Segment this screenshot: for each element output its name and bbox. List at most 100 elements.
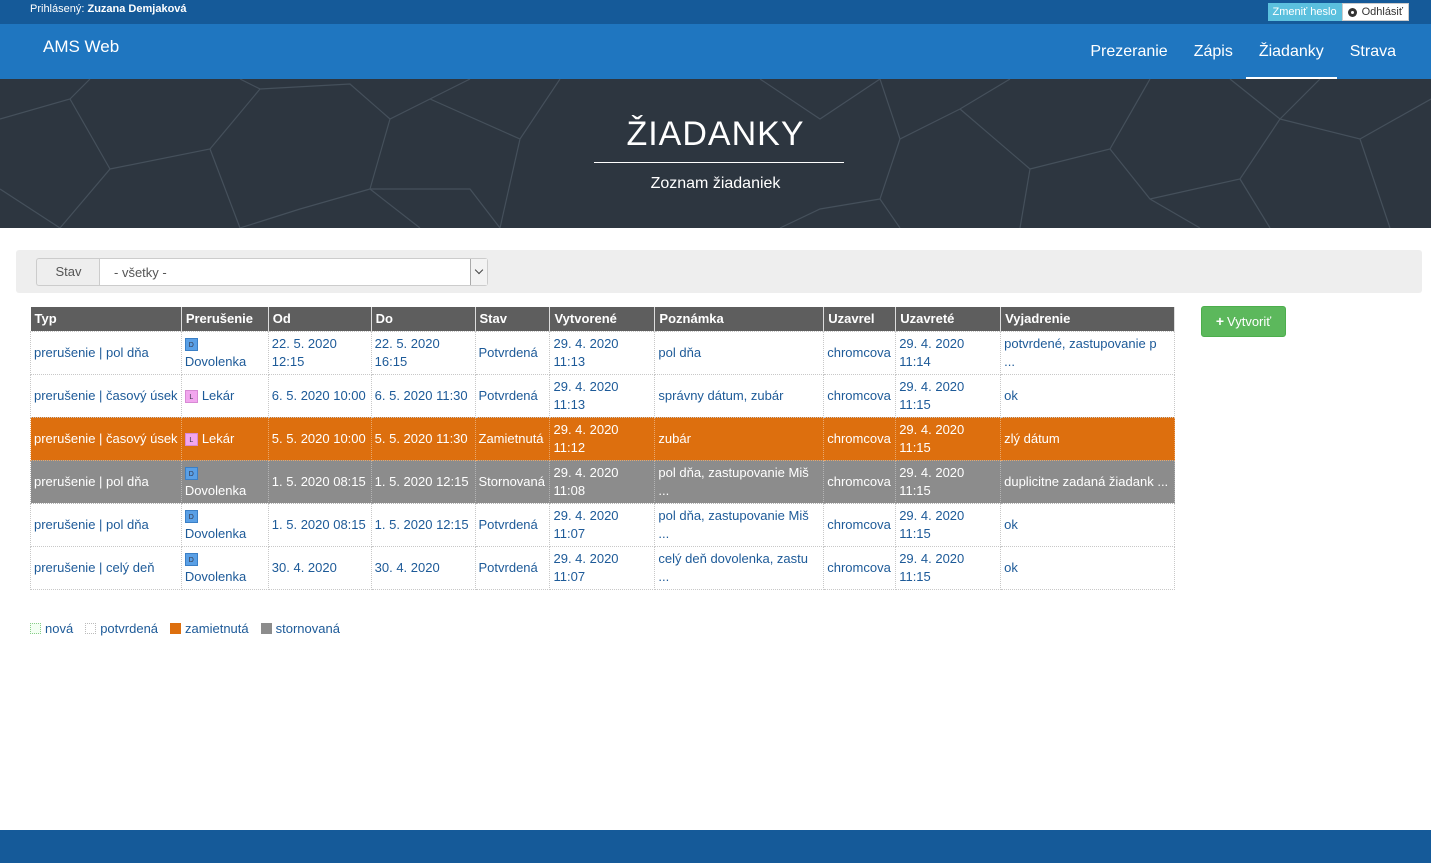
cell-do: 6. 5. 2020 11:30 [370, 373, 476, 418]
column-header-vyjadrenie[interactable]: Vyjadrenie [1000, 307, 1175, 331]
cell-vyjadrenie: duplicitne zadaná žiadank ... [1000, 459, 1175, 504]
filter-bar: Stav - všetky - [16, 250, 1422, 293]
cell-typ[interactable]: prerušenie | pol dňa [30, 459, 182, 504]
cell-typ[interactable]: prerušenie | celý deň [30, 545, 182, 590]
cell-od: 22. 5. 2020 12:15 [267, 330, 372, 375]
column-header-poznamka[interactable]: Poznámka [654, 307, 825, 331]
status-select[interactable]: - všetky - [99, 258, 488, 286]
cell-vytvorene: 29. 4. 2020 11:07 [549, 545, 656, 590]
cell-uzavrel: chromcova [823, 545, 897, 590]
dovolenka-icon: D [184, 552, 198, 566]
column-header-typ[interactable]: Typ [30, 307, 182, 331]
cell-prerusenie: D Dovolenka [180, 330, 269, 375]
logged-in-user: Prihlásený: Zuzana Demjaková [30, 3, 187, 15]
create-request-button[interactable]: + Vytvoriť [1201, 306, 1286, 337]
table-row[interactable]: prerušenie | pol dňa D Dovolenka 22. 5. 2… [30, 330, 1175, 375]
cell-poznamka: pol dňa [654, 330, 825, 375]
table-row[interactable]: prerušenie | časový úsek L Lekár 5. 5. 20… [30, 416, 1175, 461]
legend-item-potvrdena: potvrdená [85, 621, 158, 636]
column-header-od[interactable]: Od [268, 307, 372, 331]
cell-stav: Potvrdená [474, 545, 551, 590]
column-header-do[interactable]: Do [371, 307, 476, 331]
chevron-down-icon[interactable] [470, 259, 487, 285]
cell-vyjadrenie: ok [1000, 373, 1175, 418]
cell-typ[interactable]: prerušenie | pol dňa [30, 502, 182, 547]
cell-prerusenie: D Dovolenka [180, 459, 269, 504]
user-actions: Zmeniť heslo Odhlásiť [1267, 3, 1409, 21]
prerusenie-label: Dovolenka [184, 482, 247, 498]
cell-vyjadrenie: zlý dátum [1000, 416, 1175, 461]
cell-stav: Zamietnutá [474, 416, 551, 461]
legend-label: zamietnutá [185, 621, 249, 636]
legend-item-nova: nová [30, 621, 73, 636]
cell-typ[interactable]: prerušenie | časový úsek [30, 416, 182, 461]
table-row[interactable]: prerušenie | pol dňa D Dovolenka 1. 5. 20… [30, 459, 1175, 504]
user-prefix: Prihlásený: [30, 3, 88, 15]
column-header-prerusenie[interactable]: Prerušenie [181, 307, 269, 331]
page-subtitle: Zoznam žiadaniek [650, 175, 781, 192]
filter-label: Stav [36, 258, 100, 286]
cell-uzavrete: 29. 4. 2020 11:15 [895, 545, 1002, 590]
top-bar: Prihlásený: Zuzana Demjaková Zmeniť hesl… [0, 0, 1431, 24]
page-header: ŽIADANKY Zoznam žiadaniek [0, 79, 1431, 228]
legend-label: stornovaná [275, 621, 340, 636]
cell-uzavrel: chromcova [823, 502, 897, 547]
cell-vytvorene: 29. 4. 2020 11:13 [549, 373, 656, 418]
cell-poznamka: zubár [654, 416, 825, 461]
cell-poznamka: pol dňa, zastupovanie Miš ... [654, 502, 825, 547]
column-header-stav[interactable]: Stav [475, 307, 551, 331]
table-row[interactable]: prerušenie | pol dňa D Dovolenka 1. 5. 20… [30, 502, 1175, 547]
column-header-uzavrete[interactable]: Uzavreté [895, 307, 1002, 331]
prerusenie-label: Dovolenka [184, 525, 247, 541]
brand-link[interactable]: AMS Web [43, 37, 119, 57]
cell-uzavrete: 29. 4. 2020 11:14 [895, 330, 1002, 375]
cell-vytvorene: 29. 4. 2020 11:13 [549, 330, 656, 375]
nav-item-strava[interactable]: Strava [1337, 24, 1409, 79]
cell-do: 22. 5. 2020 16:15 [370, 330, 476, 375]
cell-typ[interactable]: prerušenie | časový úsek [30, 373, 182, 418]
table-row[interactable]: prerušenie | časový úsek L Lekár 6. 5. 20… [30, 373, 1175, 418]
logout-button[interactable]: Odhlásiť [1341, 3, 1409, 21]
table-row[interactable]: prerušenie | celý deň D Dovolenka 30. 4. … [30, 545, 1175, 590]
cell-prerusenie: L Lekár [180, 373, 269, 418]
cell-do: 5. 5. 2020 11:30 [370, 416, 476, 461]
column-header-uzavrel[interactable]: Uzavrel [823, 307, 897, 331]
dovolenka-icon: D [184, 337, 198, 351]
prerusenie-label: Dovolenka [184, 353, 247, 369]
cell-stav: Stornovaná [474, 459, 551, 504]
cell-poznamka: celý deň dovolenka, zastu ... [654, 545, 825, 590]
cell-prerusenie: D Dovolenka [180, 502, 269, 547]
user-name: Zuzana Demjaková [87, 3, 187, 15]
create-label: Vytvoriť [1227, 314, 1272, 329]
cell-uzavrel: chromcova [823, 416, 897, 461]
main-nav: Prezeranie Zápis Žiadanky Strava [1077, 24, 1409, 79]
change-password-button[interactable]: Zmeniť heslo [1267, 3, 1342, 21]
prerusenie-label: Lekár [201, 387, 235, 403]
nav-item-ziadanky[interactable]: Žiadanky [1245, 24, 1337, 79]
cell-uzavrel: chromcova [823, 330, 897, 375]
table-header-row: Typ Prerušenie Od Do Stav Vytvorené Pozn… [30, 307, 1175, 331]
cell-uzavrete: 29. 4. 2020 11:15 [895, 502, 1002, 547]
cell-stav: Potvrdená [474, 330, 551, 375]
legend-swatch [85, 623, 97, 634]
legend-swatch [260, 623, 272, 634]
dovolenka-icon: D [184, 466, 198, 480]
legend-swatch [170, 623, 182, 634]
gear-icon [1347, 7, 1358, 18]
cell-stav: Potvrdená [474, 373, 551, 418]
cell-poznamka: pol dňa, zastupovanie Miš ... [654, 459, 825, 504]
column-header-vytvorene[interactable]: Vytvorené [549, 307, 656, 331]
nav-item-prezeranie[interactable]: Prezeranie [1077, 24, 1180, 79]
lekar-icon: L [184, 432, 198, 446]
prerusenie-label: Lekár [201, 430, 235, 446]
cell-od: 5. 5. 2020 10:00 [267, 416, 372, 461]
nav-item-zapis[interactable]: Zápis [1181, 24, 1246, 79]
cell-uzavrel: chromcova [823, 459, 897, 504]
legend-item-stornovana: stornovaná [260, 621, 340, 636]
cell-do: 1. 5. 2020 12:15 [370, 459, 476, 504]
lekar-icon: L [184, 389, 198, 403]
navbar: AMS Web Prezeranie Zápis Žiadanky Strava [0, 24, 1431, 79]
status-legend: nová potvrdená zamietnutá stornovaná [30, 621, 340, 636]
cell-od: 1. 5. 2020 08:15 [267, 459, 372, 504]
cell-typ[interactable]: prerušenie | pol dňa [30, 330, 182, 375]
